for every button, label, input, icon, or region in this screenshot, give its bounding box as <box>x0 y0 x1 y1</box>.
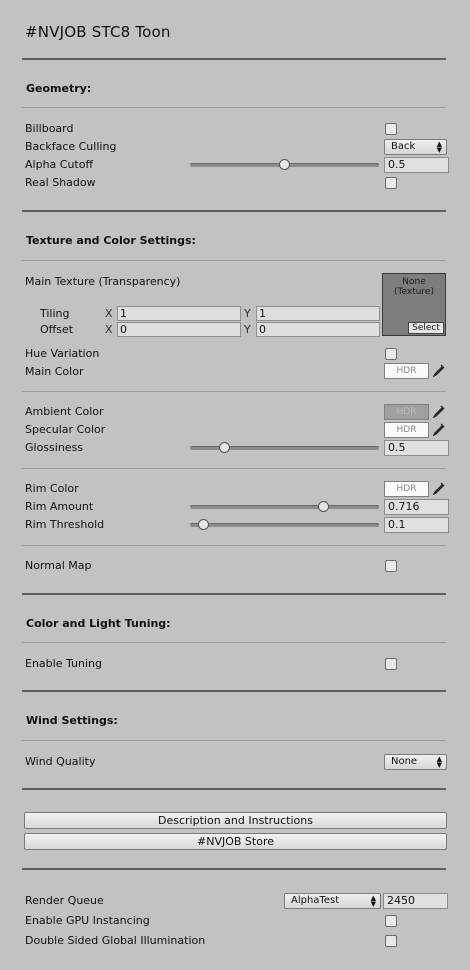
enable-tuning-checkbox[interactable] <box>385 658 397 670</box>
texture-slot-none: None <box>402 277 426 287</box>
dropdown-arrow-icon: ▲ ▼ <box>436 140 442 154</box>
rim-amount-field[interactable]: 0.716 <box>384 499 449 515</box>
offset-label: Offset <box>40 323 74 336</box>
normal-map-checkbox[interactable] <box>385 560 397 572</box>
render-queue-dropdown[interactable]: AlphaTest ▲ ▼ <box>284 893 381 909</box>
offset-x-field[interactable]: 0 <box>117 322 241 337</box>
alpha-cutoff-slider-thumb[interactable] <box>279 159 290 170</box>
inspector-title: #NVJOB STC8 Toon <box>25 23 171 41</box>
rim-threshold-label: Rim Threshold <box>25 518 105 531</box>
normal-map-label: Normal Map <box>25 559 92 572</box>
hue-variation-label: Hue Variation <box>25 347 100 360</box>
render-queue-label: Render Queue <box>25 894 104 907</box>
dropdown-arrow-icon: ▲ ▼ <box>370 894 376 908</box>
eyedropper-icon[interactable] <box>432 363 446 377</box>
offset-y-field[interactable]: 0 <box>256 322 380 337</box>
store-button[interactable]: #NVJOB Store <box>24 833 447 850</box>
billboard-checkbox[interactable] <box>385 123 397 135</box>
divider <box>22 788 446 790</box>
texture-color-header: Texture and Color Settings: <box>26 234 196 247</box>
tiling-x-label: X <box>105 307 113 320</box>
tiling-y-field[interactable]: 1 <box>256 306 380 321</box>
hue-variation-checkbox[interactable] <box>385 348 397 360</box>
specular-color-swatch[interactable]: HDR <box>384 422 429 438</box>
rim-amount-slider-track[interactable] <box>190 505 379 509</box>
render-queue-mode: AlphaTest <box>291 895 340 906</box>
description-button[interactable]: Description and Instructions <box>24 812 447 829</box>
divider <box>22 391 446 392</box>
divider <box>22 58 446 60</box>
tiling-label: Tiling <box>40 307 70 320</box>
double-sided-gi-label: Double Sided Global Illumination <box>25 934 206 947</box>
divider <box>22 545 446 546</box>
real-shadow-label: Real Shadow <box>25 176 96 189</box>
rim-color-label: Rim Color <box>25 482 79 495</box>
billboard-label: Billboard <box>25 122 74 135</box>
specular-color-label: Specular Color <box>25 423 106 436</box>
glossiness-label: Glossiness <box>25 441 84 454</box>
wind-quality-label: Wind Quality <box>25 755 96 768</box>
double-sided-gi-checkbox[interactable] <box>385 935 397 947</box>
eyedropper-icon[interactable] <box>432 481 446 495</box>
dropdown-arrow-icon: ▲ ▼ <box>436 755 442 769</box>
rim-color-swatch[interactable]: HDR <box>384 481 429 497</box>
backface-culling-label: Backface Culling <box>25 140 117 153</box>
offset-x-label: X <box>105 323 113 336</box>
gpu-instancing-label: Enable GPU Instancing <box>25 914 150 927</box>
wind-quality-value: None <box>391 756 418 767</box>
eyedropper-icon[interactable] <box>432 422 446 436</box>
glossiness-slider-thumb[interactable] <box>219 442 230 453</box>
divider <box>22 260 446 261</box>
wind-quality-dropdown[interactable]: None ▲ ▼ <box>384 754 447 770</box>
divider <box>22 868 446 870</box>
offset-y-label: Y <box>244 323 251 336</box>
gpu-instancing-checkbox[interactable] <box>385 915 397 927</box>
glossiness-field[interactable]: 0.5 <box>384 440 449 456</box>
tiling-x-field[interactable]: 1 <box>117 306 241 321</box>
divider <box>22 642 446 643</box>
real-shadow-checkbox[interactable] <box>385 177 397 189</box>
rim-threshold-slider-thumb[interactable] <box>198 519 209 530</box>
divider <box>22 468 446 469</box>
ambient-color-swatch[interactable]: HDR <box>384 404 429 420</box>
divider <box>22 107 446 108</box>
backface-culling-value: Back <box>391 141 416 152</box>
rim-threshold-field[interactable]: 0.1 <box>384 517 449 533</box>
eyedropper-icon[interactable] <box>432 404 446 418</box>
main-texture-slot[interactable]: None (Texture) Select <box>382 273 446 336</box>
divider <box>22 740 446 741</box>
rim-amount-label: Rim Amount <box>25 500 94 513</box>
divider <box>22 210 446 212</box>
render-queue-field[interactable]: 2450 <box>383 893 448 909</box>
ambient-color-label: Ambient Color <box>25 405 104 418</box>
geometry-header: Geometry: <box>26 82 92 95</box>
rim-threshold-slider-track[interactable] <box>190 523 379 527</box>
main-color-swatch[interactable]: HDR <box>384 363 429 379</box>
texture-slot-type: (Texture) <box>394 287 434 297</box>
rim-amount-slider-thumb[interactable] <box>318 501 329 512</box>
color-light-header: Color and Light Tuning: <box>26 617 171 630</box>
alpha-cutoff-field[interactable]: 0.5 <box>384 157 449 173</box>
divider <box>22 690 446 692</box>
texture-select-button[interactable]: Select <box>408 322 444 334</box>
enable-tuning-label: Enable Tuning <box>25 657 102 670</box>
backface-culling-dropdown[interactable]: Back ▲ ▼ <box>384 139 447 155</box>
alpha-cutoff-label: Alpha Cutoff <box>25 158 94 171</box>
tiling-y-label: Y <box>244 307 251 320</box>
main-texture-label: Main Texture (Transparency) <box>25 275 181 288</box>
divider <box>22 593 446 595</box>
main-color-label: Main Color <box>25 365 84 378</box>
wind-header: Wind Settings: <box>26 714 118 727</box>
